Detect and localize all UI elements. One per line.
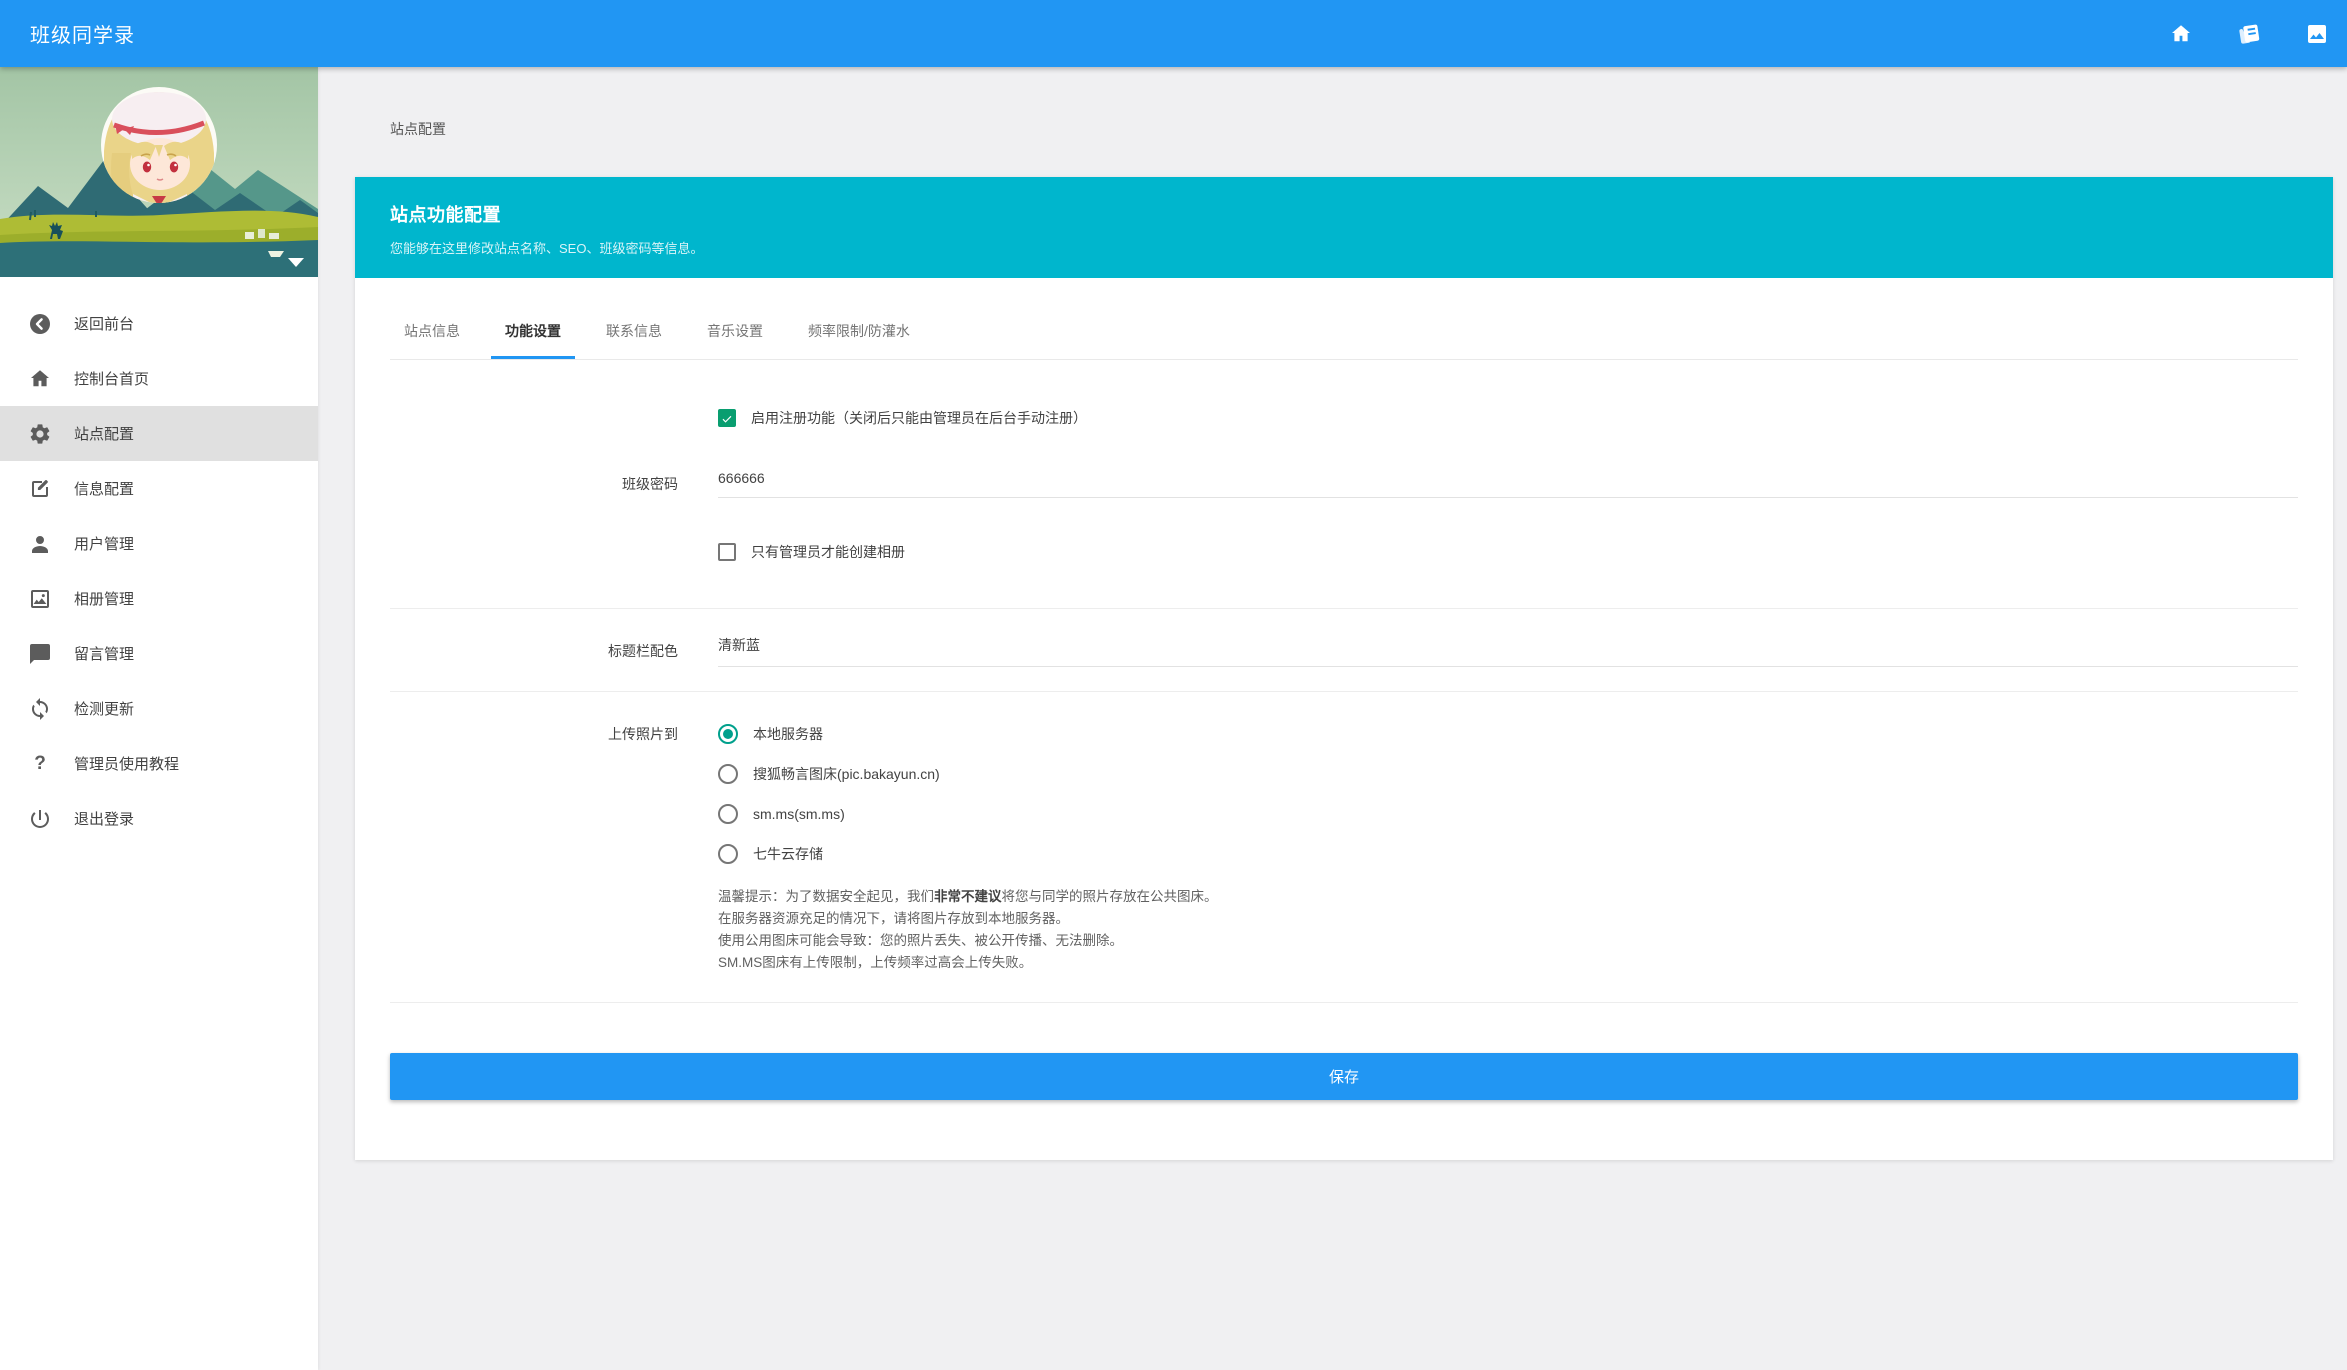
- back-circle-icon: [28, 312, 52, 336]
- form-row-class-password: 班级密码: [390, 470, 2298, 498]
- title-color-control: 清新蓝: [718, 635, 2298, 667]
- home-icon[interactable]: [2169, 22, 2193, 46]
- album-admin-checkbox[interactable]: [718, 543, 736, 561]
- image-icon[interactable]: [2305, 22, 2329, 46]
- radio-label: 七牛云存储: [753, 846, 823, 862]
- profile-header[interactable]: [0, 67, 318, 277]
- register-checkbox-row: 启用注册功能（关闭后只能由管理员在后台手动注册）: [718, 408, 2298, 428]
- sidebar-item-label: 信息配置: [74, 481, 135, 498]
- radio-label: 本地服务器: [753, 726, 823, 742]
- settings-card: 站点功能配置 您能够在这里修改站点名称、SEO、班级密码等信息。 站点信息 功能…: [355, 177, 2333, 1160]
- sidebar-item-label: 控制台首页: [74, 371, 150, 388]
- sidebar-item-label: 检测更新: [74, 701, 135, 718]
- form-row-title-color: 标题栏配色 清新蓝: [390, 635, 2298, 667]
- class-password-label: 班级密码: [622, 476, 678, 492]
- sidebar-menu: 返回前台 控制台首页 站点配置 信息配置 用户管理 相册管理 留言管理 检测更新…: [0, 277, 318, 846]
- card-body: 站点信息 功能设置 联系信息 音乐设置 频率限制/防灌水 启用注册功能（关闭后只…: [355, 278, 2333, 1160]
- upload-label: 上传照片到: [608, 726, 678, 742]
- album-admin-checkbox-label: 只有管理员才能创建相册: [751, 544, 905, 560]
- form-row-album-admin: 只有管理员才能创建相册: [390, 542, 2298, 562]
- radio-icon: [718, 804, 738, 824]
- warning-text: 将您与同学的照片存放在公共图床。: [1001, 889, 1218, 904]
- radio-icon: [718, 724, 738, 744]
- sidebar-item-label: 返回前台: [74, 316, 135, 333]
- gear-icon: [28, 422, 52, 446]
- comment-icon: [28, 642, 52, 666]
- question-icon: ?: [34, 752, 46, 774]
- upload-control: 本地服务器 搜狐畅言图床(pic.bakayun.cn) sm.ms(sm.ms…: [718, 714, 2298, 974]
- home-icon: [28, 367, 52, 391]
- card-subtitle: 您能够在这里修改站点名称、SEO、班级密码等信息。: [390, 241, 704, 256]
- user-icon: [28, 532, 52, 556]
- form-row-register: 启用注册功能（关闭后只能由管理员在后台手动注册）: [390, 408, 2298, 428]
- app-title: 班级同学录: [30, 25, 135, 47]
- register-control: 启用注册功能（关闭后只能由管理员在后台手动注册）: [718, 408, 2298, 428]
- radio-label: sm.ms(sm.ms): [753, 806, 845, 822]
- photo-icon: [28, 587, 52, 611]
- warning-text: 温馨提示：为了数据安全起见，我们: [718, 889, 934, 904]
- book-icon[interactable]: [2237, 22, 2261, 46]
- upload-option-sohu-changyan[interactable]: 搜狐畅言图床(pic.bakayun.cn): [718, 754, 2298, 794]
- sidebar-item-dashboard[interactable]: 控制台首页: [0, 351, 318, 406]
- upload-option-qiniu[interactable]: 七牛云存储: [718, 834, 2298, 874]
- breadcrumb: 站点配置: [390, 121, 446, 137]
- sync-icon: [28, 697, 52, 721]
- tab-function-settings[interactable]: 功能设置: [491, 308, 575, 359]
- sidebar-item-label: 退出登录: [74, 811, 135, 828]
- tab-rate-limit[interactable]: 频率限制/防灌水: [794, 308, 924, 359]
- sidebar: 返回前台 控制台首页 站点配置 信息配置 用户管理 相册管理 留言管理 检测更新…: [0, 67, 318, 1370]
- sidebar-item-label: 留言管理: [74, 646, 135, 663]
- sidebar-item-message-management[interactable]: 留言管理: [0, 626, 318, 681]
- sidebar-item-check-update[interactable]: 检测更新: [0, 681, 318, 736]
- upload-warning: 温馨提示：为了数据安全起见，我们非常不建议将您与同学的照片存放在公共图床。 在服…: [718, 886, 2298, 974]
- form-row-upload: 上传照片到 本地服务器 搜狐畅言图床(pic.bakayun.cn) sm.ms…: [390, 714, 2298, 974]
- warning-bold-text: 非常不建议: [934, 889, 1002, 904]
- sidebar-item-admin-tutorial[interactable]: ? 管理员使用教程: [0, 736, 318, 791]
- register-checkbox[interactable]: [718, 409, 736, 427]
- radio-icon: [718, 844, 738, 864]
- sidebar-item-back-to-front[interactable]: 返回前台: [0, 296, 318, 351]
- class-password-input[interactable]: [718, 470, 2298, 498]
- power-icon: [28, 807, 52, 831]
- header-landscape-art: [0, 67, 318, 277]
- edit-icon: [28, 477, 52, 501]
- class-password-control: [718, 470, 2298, 498]
- radio-icon: [718, 764, 738, 784]
- sidebar-item-label: 用户管理: [74, 536, 135, 553]
- sidebar-item-user-management[interactable]: 用户管理: [0, 516, 318, 571]
- warning-line: 使用公用图床可能会导致：您的照片丢失、被公开传播、无法删除。: [718, 933, 1123, 948]
- sidebar-item-label: 管理员使用教程: [74, 756, 180, 773]
- upload-option-local-server[interactable]: 本地服务器: [718, 714, 2298, 754]
- sidebar-item-label: 相册管理: [74, 591, 135, 608]
- top-app-bar: 班级同学录: [0, 0, 2347, 67]
- sidebar-item-info-config[interactable]: 信息配置: [0, 461, 318, 516]
- tab-music-settings[interactable]: 音乐设置: [693, 308, 777, 359]
- card-title: 站点功能配置: [390, 205, 501, 225]
- divider: [390, 1002, 2298, 1003]
- warning-line: 温馨提示：为了数据安全起见，我们非常不建议将您与同学的照片存放在公共图床。: [718, 886, 2298, 908]
- radio-label: 搜狐畅言图床(pic.bakayun.cn): [753, 766, 940, 782]
- sidebar-item-label: 站点配置: [74, 426, 135, 443]
- upload-option-smms[interactable]: sm.ms(sm.ms): [718, 794, 2298, 834]
- register-checkbox-label: 启用注册功能（关闭后只能由管理员在后台手动注册）: [751, 410, 1087, 426]
- divider: [390, 691, 2298, 692]
- sidebar-item-site-config[interactable]: 站点配置: [0, 406, 318, 461]
- main-content: 站点配置 站点功能配置 您能够在这里修改站点名称、SEO、班级密码等信息。 站点…: [318, 67, 2347, 1370]
- sidebar-item-album-management[interactable]: 相册管理: [0, 571, 318, 626]
- tab-bar: 站点信息 功能设置 联系信息 音乐设置 频率限制/防灌水: [390, 278, 2298, 360]
- tab-site-info[interactable]: 站点信息: [390, 308, 474, 359]
- divider: [390, 608, 2298, 609]
- topbar-actions: [2169, 22, 2329, 46]
- card-header: 站点功能配置 您能够在这里修改站点名称、SEO、班级密码等信息。: [355, 177, 2333, 278]
- save-button[interactable]: 保存: [390, 1053, 2298, 1100]
- warning-line: 在服务器资源充足的情况下，请将图片存放到本地服务器。: [718, 911, 1069, 926]
- warning-line: SM.MS图床有上传限制，上传频率过高会上传失败。: [718, 955, 1033, 970]
- chevron-down-icon[interactable]: [288, 258, 304, 267]
- album-admin-control: 只有管理员才能创建相册: [718, 542, 2298, 562]
- tab-contact-info[interactable]: 联系信息: [592, 308, 676, 359]
- album-admin-checkbox-row: 只有管理员才能创建相册: [718, 542, 2298, 562]
- title-color-select[interactable]: 清新蓝: [718, 635, 2298, 667]
- sidebar-item-logout[interactable]: 退出登录: [0, 791, 318, 846]
- title-color-label: 标题栏配色: [608, 643, 678, 659]
